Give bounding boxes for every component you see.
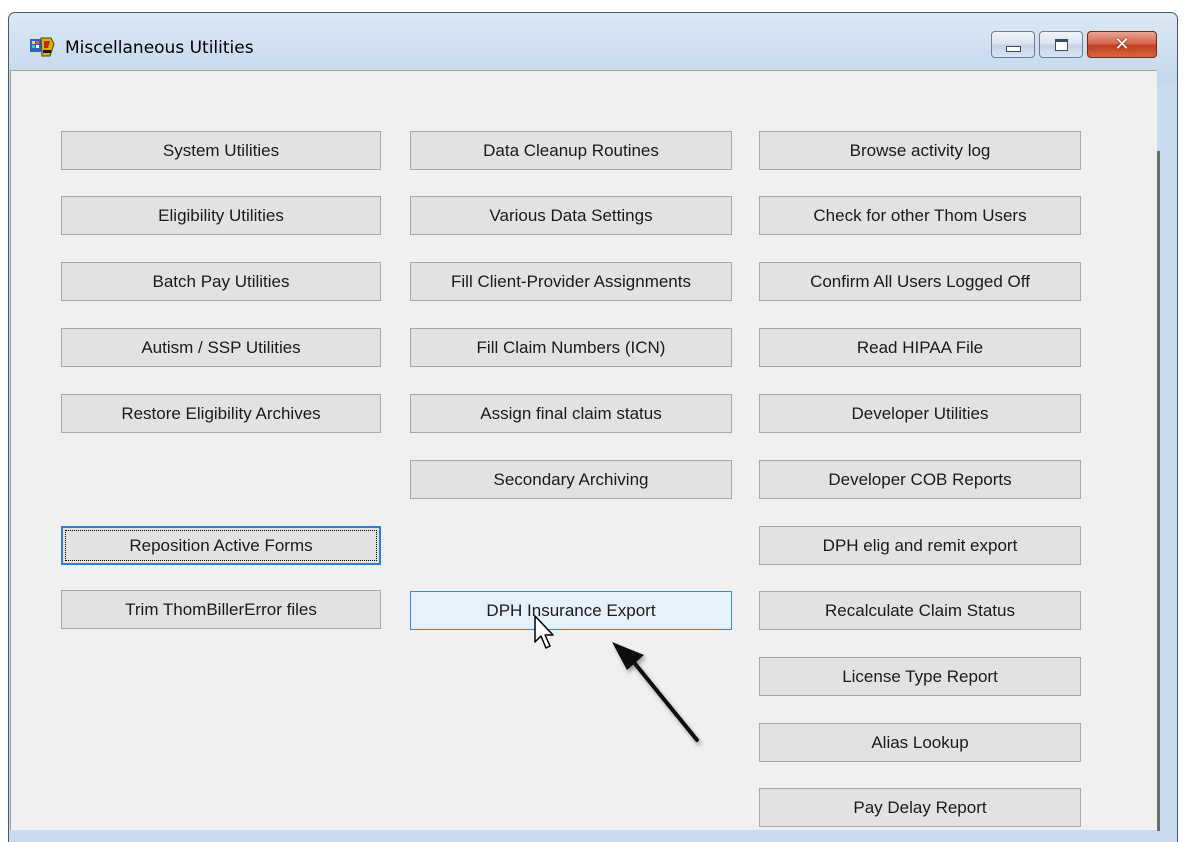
button-label: Check for other Thom Users <box>813 205 1027 225</box>
client-area: System Utilities Eligibility Utilities B… <box>10 70 1160 831</box>
button-label: Developer Utilities <box>851 403 989 423</box>
developer-utilities-button[interactable]: Developer Utilities <box>759 394 1081 433</box>
fill-claim-numbers-button[interactable]: Fill Claim Numbers (ICN) <box>410 328 732 367</box>
app-icon <box>30 37 55 57</box>
button-label: Confirm All Users Logged Off <box>810 271 1030 291</box>
browse-activity-log-button[interactable]: Browse activity log <box>759 131 1081 170</box>
eligibility-utilities-button[interactable]: Eligibility Utilities <box>61 196 381 235</box>
window-title: Miscellaneous Utilities <box>65 38 254 58</box>
button-label: Browse activity log <box>849 140 991 160</box>
restore-eligibility-archives-button[interactable]: Restore Eligibility Archives <box>61 394 381 433</box>
button-label: Developer COB Reports <box>828 469 1012 489</box>
button-label: Read HIPAA File <box>856 337 984 357</box>
read-hipaa-file-button[interactable]: Read HIPAA File <box>759 328 1081 367</box>
button-label: Recalculate Claim Status <box>825 600 1015 620</box>
secondary-archiving-button[interactable]: Secondary Archiving <box>410 460 732 499</box>
button-label: Data Cleanup Routines <box>483 140 659 160</box>
button-label: System Utilities <box>162 140 280 160</box>
button-label: Restore Eligibility Archives <box>121 403 321 423</box>
client-border <box>1157 151 1160 831</box>
button-label: Batch Pay Utilities <box>152 271 290 291</box>
batch-pay-utilities-button[interactable]: Batch Pay Utilities <box>61 262 381 301</box>
button-label: Various Data Settings <box>489 205 653 225</box>
button-label: DPH elig and remit export <box>822 535 1018 555</box>
autism-ssp-utilities-button[interactable]: Autism / SSP Utilities <box>61 328 381 367</box>
check-other-thom-users-button[interactable]: Check for other Thom Users <box>759 196 1081 235</box>
recalculate-claim-status-button[interactable]: Recalculate Claim Status <box>759 591 1081 630</box>
minimize-icon <box>992 32 1034 57</box>
button-label: Assign final claim status <box>480 403 662 423</box>
button-label: Fill Claim Numbers (ICN) <box>476 337 666 357</box>
maximize-icon <box>1040 32 1082 57</box>
system-utilities-button[interactable]: System Utilities <box>61 131 381 170</box>
button-label: License Type Report <box>842 666 998 686</box>
close-icon: ✕ <box>1114 33 1130 55</box>
data-cleanup-routines-button[interactable]: Data Cleanup Routines <box>410 131 732 170</box>
confirm-all-users-logged-off-button[interactable]: Confirm All Users Logged Off <box>759 262 1081 301</box>
pay-delay-report-button[interactable]: Pay Delay Report <box>759 788 1081 827</box>
button-label: Alias Lookup <box>871 732 969 752</box>
trim-thombillererror-files-button[interactable]: Trim ThomBillerError files <box>61 590 381 629</box>
alias-lookup-button[interactable]: Alias Lookup <box>759 723 1081 762</box>
button-label: Secondary Archiving <box>493 469 649 489</box>
button-label: Eligibility Utilities <box>158 205 284 225</box>
various-data-settings-button[interactable]: Various Data Settings <box>410 196 732 235</box>
button-label: Pay Delay Report <box>853 797 987 817</box>
license-type-report-button[interactable]: License Type Report <box>759 657 1081 696</box>
maximize-button[interactable] <box>1039 31 1083 58</box>
button-label: Fill Client-Provider Assignments <box>451 271 691 291</box>
close-button[interactable]: ✕ <box>1087 31 1157 58</box>
dph-insurance-export-button[interactable]: DPH Insurance Export <box>410 591 732 630</box>
button-label: Trim ThomBillerError files <box>125 599 317 619</box>
fill-client-provider-assignments-button[interactable]: Fill Client-Provider Assignments <box>410 262 732 301</box>
button-label: Reposition Active Forms <box>129 535 313 555</box>
button-label: Autism / SSP Utilities <box>141 337 301 357</box>
developer-cob-reports-button[interactable]: Developer COB Reports <box>759 460 1081 499</box>
minimize-button[interactable] <box>991 31 1035 58</box>
dph-elig-remit-export-button[interactable]: DPH elig and remit export <box>759 526 1081 565</box>
assign-final-claim-status-button[interactable]: Assign final claim status <box>410 394 732 433</box>
reposition-active-forms-button[interactable]: Reposition Active Forms <box>61 526 381 565</box>
button-label: DPH Insurance Export <box>486 600 656 620</box>
